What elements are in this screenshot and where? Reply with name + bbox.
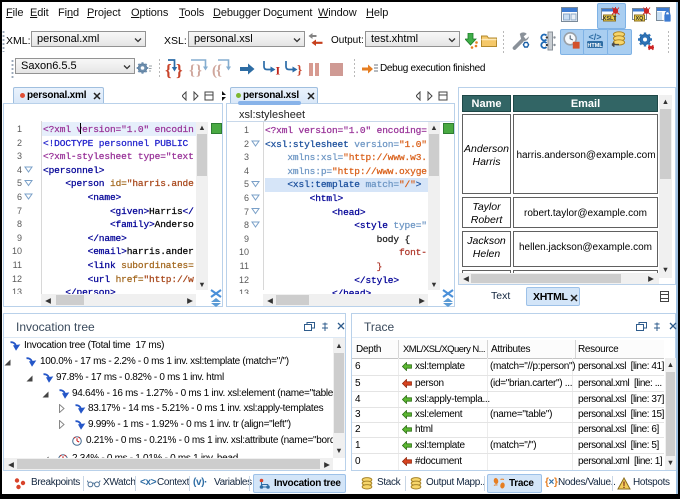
- svg-text:{: {: [189, 63, 195, 79]
- svg-text:{: {: [216, 63, 222, 79]
- svg-text:</>: </>: [588, 32, 601, 42]
- svg-text:!: !: [623, 480, 626, 490]
- svg-text:HTML: HTML: [587, 43, 603, 49]
- svg-text:I: I: [276, 64, 281, 78]
- svg-text:}: }: [297, 62, 302, 77]
- svg-text:}: }: [196, 63, 202, 79]
- svg-text:XSLT: XSLT: [603, 16, 617, 22]
- svg-text:}: }: [176, 61, 183, 79]
- svg-text:XQ: XQ: [636, 16, 645, 22]
- svg-text:{: {: [165, 61, 172, 79]
